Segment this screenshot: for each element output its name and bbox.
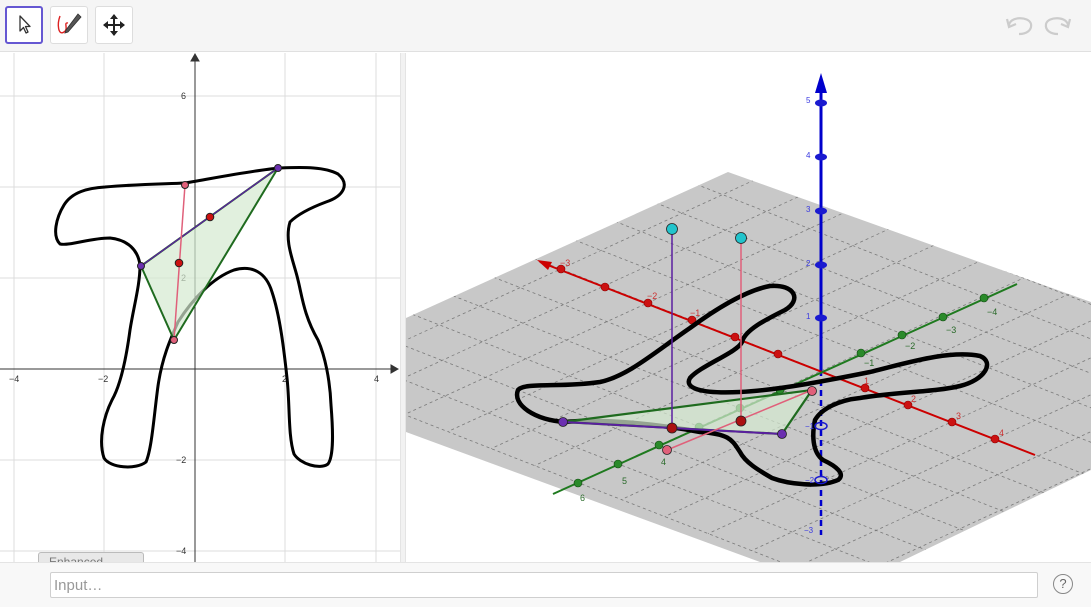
green-axis-label: 6	[580, 493, 585, 503]
x-tick-label: 4	[374, 374, 379, 384]
green-axis-label: −1	[864, 358, 874, 368]
point-d	[170, 336, 178, 344]
tick-labels-2d: −4 −2 2 4 6 2 −2 −4	[9, 91, 379, 556]
green-axis-label: 5	[622, 476, 627, 486]
cursor-arrow-icon	[19, 15, 31, 34]
red-axis-label: 3	[956, 411, 961, 421]
midpoint-1	[205, 212, 215, 222]
graphics-view-3d[interactable]: −3 −2 −1 1 2 3 4 5 6 4 −1 −2 −3 −4 5 4 3…	[406, 53, 1091, 562]
green-axis-label: 4	[661, 457, 666, 467]
pen-icon	[57, 13, 82, 34]
x-tick-label: −2	[98, 374, 108, 384]
freehand-tool-button[interactable]	[50, 6, 88, 44]
point-d-3d	[662, 445, 672, 455]
undo-button[interactable]	[1005, 12, 1035, 43]
midpoint-2-3d	[735, 415, 747, 427]
input-field[interactable]: Input…	[50, 572, 1038, 598]
z-tick-label: 4	[806, 151, 811, 160]
z-axis-arrow	[815, 73, 827, 93]
midpoint-2	[174, 258, 184, 268]
y-tick-label: −2	[176, 455, 186, 465]
grid-2d	[0, 53, 400, 562]
green-axis-label: −4	[987, 307, 997, 317]
cyan-point-2	[735, 232, 747, 244]
point-c-3d	[807, 386, 817, 396]
red-axis-label: 2	[911, 394, 916, 404]
undo-icon	[1005, 17, 1033, 36]
red-axis-label: −2	[647, 291, 657, 301]
graphics-2d-canvas[interactable]: −4 −2 2 4 6 2 −2 −4	[0, 53, 400, 562]
red-axis-label: −1	[690, 308, 700, 318]
midpoint-1-3d	[666, 422, 678, 434]
z-tick-label: −1	[805, 422, 815, 431]
z-tick-label: −2	[805, 476, 815, 485]
redo-icon	[1044, 17, 1072, 36]
point-a-3d	[558, 417, 568, 427]
point-c	[181, 181, 189, 189]
y-tick-label: −4	[176, 546, 186, 556]
input-bar: Input… ?	[0, 562, 1091, 607]
freehand-curve[interactable]	[54, 166, 346, 469]
z-tick-label: 5	[806, 96, 811, 105]
red-axis-label: 4	[999, 428, 1004, 438]
four-arrows-icon	[103, 14, 125, 36]
y-tick-label: 6	[181, 91, 186, 101]
graphics-view-2d[interactable]: −4 −2 2 4 6 2 −2 −4	[0, 53, 400, 562]
green-axis-label: −3	[946, 325, 956, 335]
z-tick-label: 3	[806, 205, 811, 214]
help-button[interactable]: ?	[1053, 574, 1073, 594]
axes-2d	[0, 53, 400, 562]
red-axis-label: −3	[560, 258, 570, 268]
green-axis-label: −2	[905, 341, 915, 351]
z-tick-label: −3	[804, 526, 814, 535]
redo-button[interactable]	[1042, 12, 1072, 43]
x-tick-label: −4	[9, 374, 19, 384]
move-tool-button[interactable]	[5, 6, 43, 44]
red-axis-label: 1	[864, 376, 869, 386]
cyan-point-1	[666, 223, 678, 235]
point-b	[274, 164, 282, 172]
graphics-3d-canvas[interactable]: −3 −2 −1 1 2 3 4 5 6 4 −1 −2 −3 −4 5 4 3…	[406, 53, 1091, 562]
point-a	[137, 262, 145, 270]
move-graphics-tool-button[interactable]	[95, 6, 133, 44]
triangle[interactable]	[139, 167, 279, 343]
toolbar	[0, 0, 1091, 52]
z-tick-label: 1	[806, 312, 811, 321]
z-tick-label: 2	[806, 259, 811, 268]
point-b-3d	[777, 429, 787, 439]
